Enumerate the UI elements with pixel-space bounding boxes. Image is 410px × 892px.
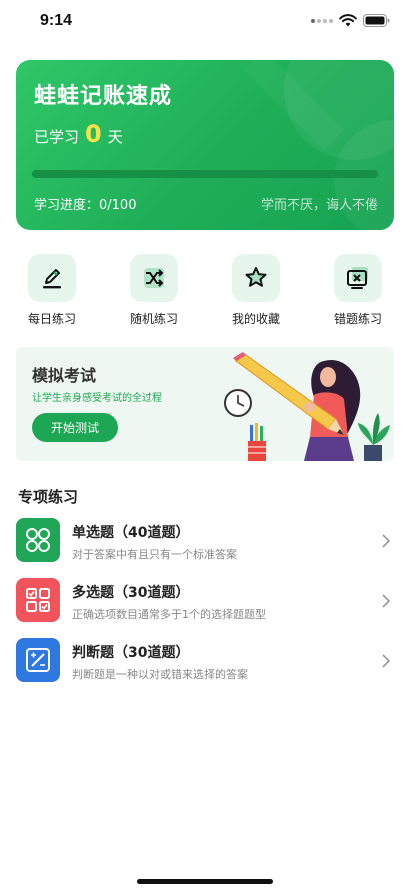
chevron-right-icon	[382, 654, 390, 668]
status-time: 9:14	[40, 12, 73, 29]
action-random-practice[interactable]: 随机练习	[114, 254, 194, 327]
wrong-answer-icon	[334, 254, 382, 302]
action-wrong-questions[interactable]: 错题练习	[318, 254, 398, 327]
status-bar: 9:14	[0, 0, 410, 46]
action-label: 错题练习	[333, 312, 382, 326]
exam-illustration	[224, 352, 390, 461]
learned-suffix: 天	[107, 128, 123, 146]
progress-label: 学习进度：0/100	[34, 198, 137, 213]
item-title: 多选题（30道题）	[72, 585, 190, 601]
learned-prefix: 已学习	[34, 128, 80, 146]
list-item-single-choice[interactable]: 单选题（40道题） 对于答案中有且只有一个标准答案	[0, 514, 410, 570]
quick-actions: 每日练习 随机练习 我的收藏 错题练习	[0, 254, 410, 328]
item-desc: 对于答案中有且只有一个标准答案	[72, 548, 237, 561]
chevron-right-icon	[382, 594, 390, 608]
item-desc: 正确选项数目通常多于1个的选择题题型	[72, 608, 266, 621]
list-item-multiple-choice[interactable]: 多选题（30道题） 正确选项数目通常多于1个的选择题题型	[0, 574, 410, 630]
chevron-right-icon	[382, 534, 390, 548]
action-label: 每日练习	[27, 312, 76, 326]
exam-subtitle: 让学生亲身感受考试的全过程	[32, 393, 162, 404]
status-icons	[311, 14, 390, 27]
battery-icon	[363, 14, 390, 27]
learned-days: 已学习 0 天	[34, 120, 123, 148]
action-label: 随机练习	[129, 312, 178, 326]
action-my-favorites[interactable]: 我的收藏	[216, 254, 296, 327]
true-false-icon	[16, 638, 60, 682]
circles-grid-icon	[16, 518, 60, 562]
study-progress-bar	[32, 170, 378, 178]
list-item-true-false[interactable]: 判断题（30道题） 判断题是一种以对或错来选择的答案	[0, 634, 410, 690]
start-test-button[interactable]: 开始测试	[32, 413, 118, 442]
signal-icon	[311, 18, 333, 23]
home-indicator[interactable]	[137, 879, 273, 884]
learned-days-count: 0	[85, 120, 102, 148]
motto: 学而不厌，诲人不倦	[260, 198, 378, 213]
checklist-icon	[16, 578, 60, 622]
star-icon	[232, 254, 280, 302]
mock-exam-banner: 模拟考试 让学生亲身感受考试的全过程 开始测试	[16, 347, 394, 461]
app-title: 蛙蛙记账速成	[34, 84, 173, 109]
section-title: 专项练习	[18, 488, 79, 506]
action-daily-practice[interactable]: 每日练习	[12, 254, 92, 327]
item-title: 判断题（30道题）	[72, 645, 190, 661]
study-progress-card: 蛙蛙记账速成 已学习 0 天 学习进度：0/100 学而不厌，诲人不倦	[16, 60, 394, 230]
item-title: 单选题（40道题）	[72, 525, 190, 541]
wifi-icon	[339, 14, 357, 27]
shuffle-icon	[130, 254, 178, 302]
action-label: 我的收藏	[231, 312, 280, 326]
item-desc: 判断题是一种以对或错来选择的答案	[72, 668, 248, 681]
exam-title: 模拟考试	[32, 366, 97, 385]
pencil-icon	[28, 254, 76, 302]
